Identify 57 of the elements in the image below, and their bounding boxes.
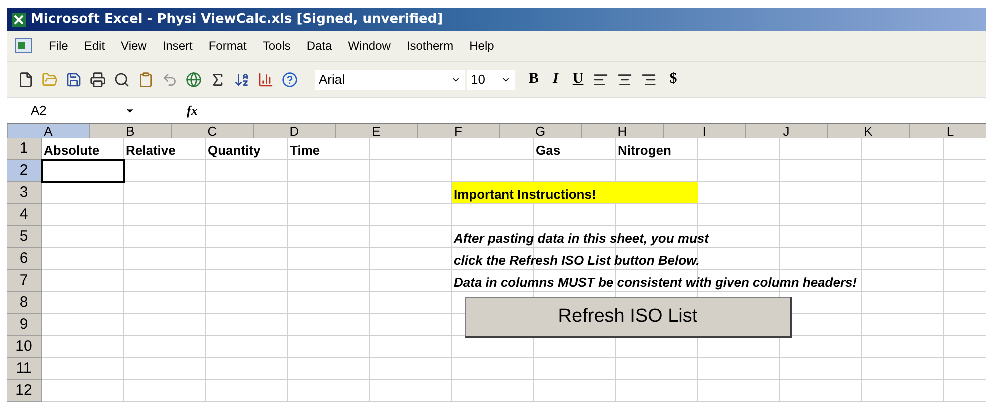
menu-item[interactable]: File [49, 37, 68, 55]
column-header[interactable]: C [172, 124, 254, 138]
cell-text: Relative [126, 142, 176, 160]
row-header[interactable]: 1 [7, 138, 42, 160]
workbook-icon[interactable] [15, 38, 33, 54]
row-header[interactable]: 6 [7, 248, 42, 270]
column-header[interactable]: E [336, 124, 418, 138]
column-header[interactable]: B [90, 124, 172, 138]
row-header[interactable]: 5 [7, 226, 42, 248]
column-header[interactable]: D [254, 124, 336, 138]
row-header[interactable]: 12 [7, 380, 42, 402]
column-header[interactable]: G [500, 124, 582, 138]
menu-item[interactable]: Edit [84, 37, 106, 55]
column-header[interactable]: A [8, 124, 90, 138]
row-header[interactable]: 8 [7, 292, 42, 314]
font-size-field[interactable]: 10 [467, 70, 515, 90]
menu-item[interactable]: Help [470, 37, 494, 55]
menu-item[interactable]: Format [208, 37, 247, 55]
format-button[interactable]: U [568, 68, 588, 91]
cell-text: Time [290, 142, 320, 160]
menu-item[interactable]: Tools [262, 37, 291, 55]
spreadsheet-icon [11, 12, 27, 28]
column-header[interactable]: I [664, 124, 746, 138]
row-header[interactable]: 11 [7, 358, 42, 380]
window-title: Microsoft Excel - Physi ViewCalc.xls [Signed, unverified] [31, 10, 444, 29]
row-header[interactable]: 7 [7, 270, 42, 292]
row-header[interactable]: 4 [7, 204, 42, 226]
menu-item[interactable]: Insert [162, 37, 193, 55]
font-field[interactable]: Arial [315, 70, 465, 90]
column-header[interactable]: J [746, 124, 828, 138]
column-header[interactable]: K [828, 124, 910, 138]
cell-text: Data in columns MUST be consistent with given column headers! [454, 274, 858, 292]
currency-button[interactable]: $ [670, 68, 678, 91]
cell-text: After pasting data in this sheet, you must [454, 230, 709, 248]
column-header[interactable]: L [910, 124, 986, 138]
menu-item[interactable]: Data [306, 37, 332, 55]
row-header[interactable]: 3 [7, 182, 42, 204]
cell-text: Quantity [208, 142, 261, 160]
row-header[interactable]: 9 [7, 314, 42, 336]
row-header[interactable]: 2 [7, 160, 42, 182]
cell-text: Important Instructions! [454, 186, 596, 204]
menu-item[interactable]: View [121, 37, 147, 55]
column-header[interactable]: F [418, 124, 500, 138]
cell-text: click the Refresh ISO List button Below. [454, 252, 700, 270]
format-button[interactable]: I [549, 68, 563, 91]
cell-text: Gas [536, 142, 561, 160]
format-button[interactable]: B [525, 68, 544, 91]
menu-item[interactable]: Isotherm [406, 37, 454, 55]
fx-label: fx [187, 102, 198, 120]
row-header[interactable]: 10 [7, 336, 42, 358]
menu-item[interactable]: Window [348, 37, 391, 55]
cell-text: Nitrogen [618, 142, 672, 160]
name-box[interactable]: A2 [7, 100, 147, 122]
active-cell[interactable] [41, 159, 125, 183]
column-header[interactable]: H [582, 124, 664, 138]
cell-text: Absolute [44, 142, 100, 160]
refresh-button[interactable]: Refresh ISO List [465, 297, 792, 338]
